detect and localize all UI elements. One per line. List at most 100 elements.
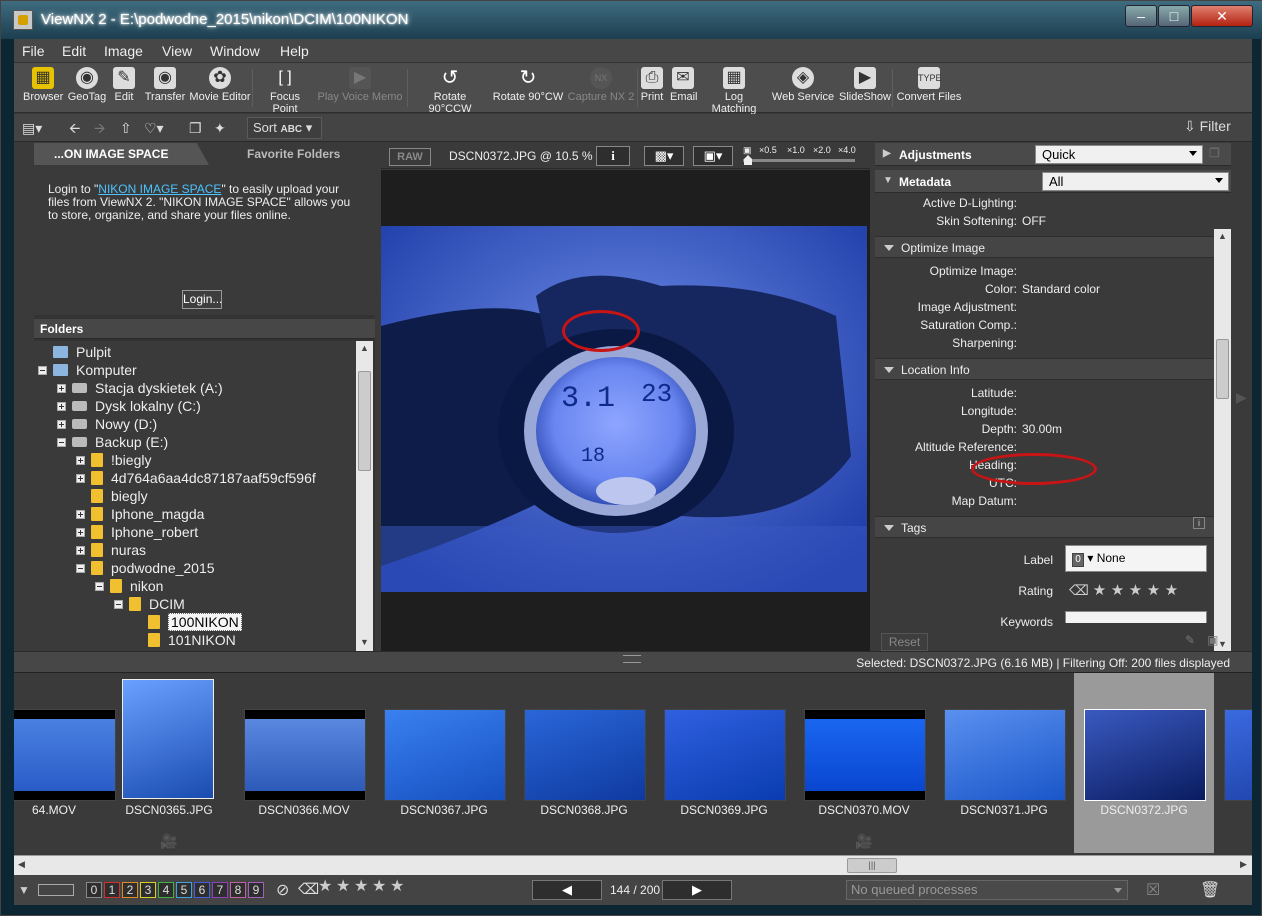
- fit-screen-icon[interactable]: ▣▾: [693, 146, 733, 166]
- trash-icon[interactable]: 🗑: [1200, 880, 1220, 900]
- tree-item[interactable]: Iphone_robert: [76, 523, 198, 541]
- keywords-dropdown[interactable]: [1065, 611, 1207, 623]
- no-rating-icon[interactable]: ⊘: [276, 880, 289, 900]
- scroll-right-arrow[interactable]: ▶: [1240, 859, 1247, 870]
- tree-item[interactable]: Dysk lokalny (C:): [57, 397, 201, 415]
- tree-item[interactable]: podwodne_2015: [76, 559, 215, 577]
- metadata-header[interactable]: ▼ Metadata All: [875, 170, 1231, 193]
- star-icon[interactable]: ★: [372, 879, 388, 895]
- tree-item[interactable]: Iphone_magda: [76, 505, 204, 523]
- tags-section[interactable]: Tags: [875, 516, 1215, 538]
- scroll-up-arrow[interactable]: ▲: [1218, 231, 1227, 241]
- menu-window[interactable]: Window: [210, 43, 260, 59]
- scroll-up-arrow[interactable]: ▲: [360, 343, 369, 353]
- transfer-button[interactable]: ◉ Transfer: [144, 67, 186, 103]
- metadata-scrollbar[interactable]: ▲ ▼: [1214, 229, 1231, 654]
- label-filter-9[interactable]: 9: [248, 882, 264, 898]
- collapse-icon[interactable]: [57, 437, 66, 447]
- menu-view[interactable]: View: [162, 43, 192, 59]
- favorite-folder-icon[interactable]: ♡▾: [144, 118, 164, 138]
- view-mode-icon[interactable]: ▤▾: [22, 118, 62, 138]
- rotate-ccw-button[interactable]: ↺ Rotate 90°CCW: [411, 67, 489, 115]
- log-matching-button[interactable]: ▦ Log Matching: [701, 67, 767, 115]
- thumbnail-scrollbar[interactable]: ◀ ||| ▶: [14, 855, 1252, 875]
- expand-icon[interactable]: [76, 455, 85, 465]
- label-filter-5[interactable]: 5: [176, 882, 192, 898]
- label-filter-3[interactable]: 3: [140, 882, 156, 898]
- rotate-cw-button[interactable]: ↻ Rotate 90°CW: [492, 67, 564, 103]
- label-filter-6[interactable]: 6: [194, 882, 210, 898]
- thumbnail-item[interactable]: DSCN0372.JPG: [1074, 673, 1214, 853]
- tree-item[interactable]: Pulpit: [38, 343, 111, 361]
- filter-button[interactable]: ⇩ Filter: [1184, 118, 1231, 135]
- minimize-button[interactable]: –: [1125, 5, 1157, 27]
- label-dropdown[interactable]: 0 ▾ None: [1065, 545, 1207, 572]
- maximize-button[interactable]: □: [1158, 5, 1190, 27]
- tree-item[interactable]: nikon: [95, 577, 163, 595]
- scroll-down-arrow[interactable]: ▼: [360, 637, 369, 647]
- star-icon[interactable]: ★: [336, 879, 352, 895]
- expand-icon[interactable]: [76, 473, 85, 483]
- expand-icon[interactable]: [57, 419, 66, 429]
- print-button[interactable]: ⎙ Print: [640, 67, 664, 103]
- thumbnail-item[interactable]: DSCN0369.JPG: [654, 673, 794, 853]
- raw-button[interactable]: RAW: [389, 148, 431, 166]
- previous-image-button[interactable]: ◀: [532, 880, 602, 900]
- star-icon[interactable]: ★: [1147, 583, 1163, 599]
- thumbnail-item[interactable]: DSCN0366.MOV: [234, 673, 374, 853]
- email-button[interactable]: ✉ Email: [670, 67, 698, 103]
- slideshow-button[interactable]: ▶ SlideShow: [839, 67, 891, 103]
- forward-arrow-icon[interactable]: 🡪: [94, 118, 105, 138]
- label-filter-8[interactable]: 8: [230, 882, 246, 898]
- zoom-handle[interactable]: [744, 155, 752, 165]
- next-image-button[interactable]: ▶: [662, 880, 732, 900]
- tree-item[interactable]: 4d764a6aa4dc87187aaf59cf596f: [76, 469, 316, 487]
- sort-button[interactable]: Sort ABC ▾: [247, 117, 322, 139]
- cancel-queue-icon[interactable]: ☒: [1146, 880, 1160, 900]
- collapse-icon[interactable]: [38, 365, 47, 375]
- scroll-thumb[interactable]: [358, 371, 371, 471]
- star-icon[interactable]: ★: [1165, 583, 1181, 599]
- focus-point-button[interactable]: [ ] Focus Point: [256, 67, 314, 115]
- histogram-icon[interactable]: ▩▾: [644, 146, 684, 166]
- tree-item[interactable]: !biegly: [76, 451, 151, 469]
- star-icon[interactable]: ★: [354, 879, 370, 895]
- splitter-grip-icon[interactable]: [623, 655, 641, 663]
- collapse-icon[interactable]: [114, 599, 123, 609]
- scroll-left-arrow[interactable]: ◀: [18, 859, 25, 870]
- adjustments-header[interactable]: ▶ Adjustments Quick ❐: [875, 143, 1231, 166]
- app-icon[interactable]: [13, 10, 33, 30]
- reset-button[interactable]: Reset: [881, 633, 928, 651]
- capture-nx-button[interactable]: NX Capture NX 2: [567, 67, 635, 103]
- thumbnail-item[interactable]: DSCN0365.JPG 🎥: [109, 673, 229, 853]
- save-icon[interactable]: ▣: [1207, 633, 1218, 647]
- geotag-button[interactable]: ◉ GeoTag: [66, 67, 108, 103]
- edit-tag-icon[interactable]: ✎: [1185, 633, 1195, 647]
- tree-item[interactable]: Stacja dyskietek (A:): [57, 379, 223, 397]
- window-stack-icon[interactable]: ❐: [189, 118, 202, 138]
- nis-link[interactable]: NIKON IMAGE SPACE: [98, 182, 221, 196]
- label-filter-0[interactable]: 0: [86, 882, 102, 898]
- new-folder-icon[interactable]: ✦: [214, 118, 226, 138]
- filmstrip-view-icon[interactable]: [38, 884, 74, 896]
- close-button[interactable]: ✕: [1191, 5, 1253, 27]
- star-icon[interactable]: ★: [1093, 583, 1109, 599]
- star-icon[interactable]: ★: [318, 879, 334, 895]
- scroll-down-arrow[interactable]: ▼: [1218, 639, 1227, 649]
- movie-editor-button[interactable]: ✿ Movie Editor: [189, 67, 251, 103]
- tree-item[interactable]: 100NIKON: [133, 613, 242, 631]
- label-filter-4[interactable]: 4: [158, 882, 174, 898]
- browser-button[interactable]: ▦ Browser: [23, 67, 63, 103]
- tree-item[interactable]: Backup (E:): [57, 433, 168, 451]
- convert-files-button[interactable]: TYPE Convert Files: [896, 67, 962, 103]
- folder-tree-scrollbar[interactable]: ▲ ▼: [356, 341, 373, 651]
- expand-icon[interactable]: [57, 383, 66, 393]
- zoom-slider[interactable]: ▣ ×0.5 ×1.0 ×2.0 ×4.0: [743, 145, 863, 168]
- collapse-strip-icon[interactable]: ▼: [18, 883, 30, 897]
- queue-dropdown[interactable]: No queued processes: [846, 880, 1128, 900]
- info-icon[interactable]: i: [596, 146, 630, 166]
- location-info-section[interactable]: Location Info: [875, 358, 1215, 380]
- thumbnail-item[interactable]: DSCN0367.JPG: [374, 673, 514, 853]
- info-icon[interactable]: i: [1193, 517, 1205, 529]
- tab-nikon-image-space[interactable]: ...ON IMAGE SPACE: [34, 143, 209, 165]
